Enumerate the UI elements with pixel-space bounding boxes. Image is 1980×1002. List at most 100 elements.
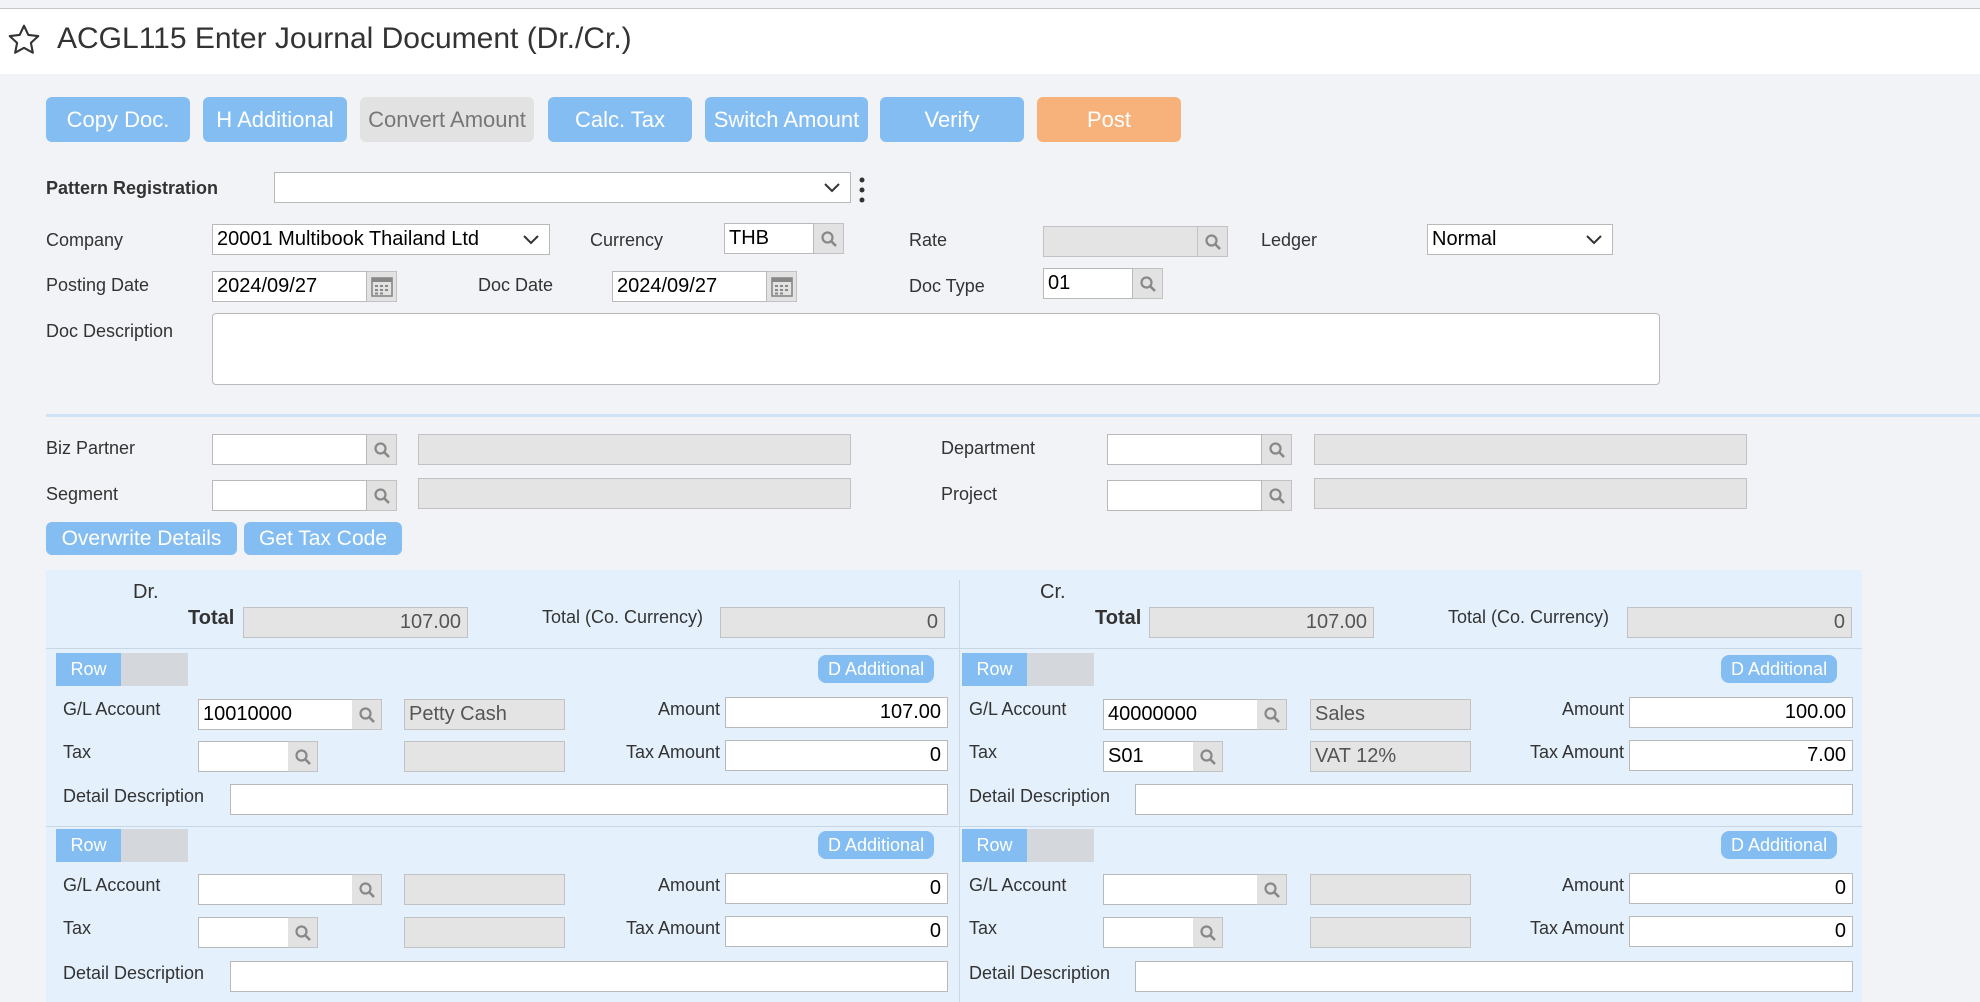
debit-row-2-detail-description-label: Detail Description xyxy=(63,963,205,983)
search-icon xyxy=(1204,233,1221,250)
doc-description-label: Doc Description xyxy=(46,321,174,341)
debit-row-2-gl-name xyxy=(404,874,565,905)
debit-heading: Dr. xyxy=(133,581,159,603)
currency-search-button[interactable] xyxy=(814,223,844,254)
page-title: ACGL115 Enter Journal Document (Dr./Cr.) xyxy=(57,22,632,55)
credit-row-2-amount-input[interactable]: 0 xyxy=(1629,873,1853,904)
department-input[interactable] xyxy=(1107,434,1262,465)
search-icon xyxy=(820,230,837,247)
credit-row-2-tab[interactable]: Row xyxy=(962,829,1094,862)
doc-type-search-button[interactable] xyxy=(1133,268,1163,299)
segment-search-button[interactable] xyxy=(367,480,397,511)
doc-date-picker[interactable] xyxy=(767,271,797,302)
posting-date-picker[interactable] xyxy=(367,271,397,302)
star-icon[interactable] xyxy=(6,22,42,58)
company-select[interactable]: 20001 Multibook Thailand Ltd xyxy=(212,224,550,255)
switch-amount-button[interactable]: Switch Amount xyxy=(705,97,868,142)
debit-row-1-gl-account-input[interactable]: 10010000 xyxy=(198,699,353,730)
doc-date-input[interactable]: 2024/09/27 xyxy=(612,271,767,302)
credit-row-1-amount-input[interactable]: 100.00 xyxy=(1629,697,1853,728)
debit-row-2-tax-amount-input[interactable]: 0 xyxy=(725,916,948,947)
get-tax-code-button[interactable]: Get Tax Code xyxy=(244,522,402,555)
debit-row-1-amount-input[interactable]: 107.00 xyxy=(725,697,948,728)
pattern-registration-select[interactable] xyxy=(274,172,851,203)
credit-total-value: 107.00 xyxy=(1149,607,1374,638)
post-button[interactable]: Post xyxy=(1037,97,1181,142)
debit-row-2-tax-search-button[interactable] xyxy=(288,917,318,948)
credit-row-1-gl-account-input[interactable]: 40000000 xyxy=(1103,699,1258,730)
calc-tax-button[interactable]: Calc. Tax xyxy=(548,97,692,142)
debit-row-2-amount-input[interactable]: 0 xyxy=(725,873,948,904)
credit-row-2-detail-description-input[interactable] xyxy=(1135,961,1853,992)
posting-date-input[interactable]: 2024/09/27 xyxy=(212,271,367,302)
credit-row-1-gl-search-button[interactable] xyxy=(1257,699,1287,730)
copy-doc-button[interactable]: Copy Doc. xyxy=(46,97,190,142)
search-icon xyxy=(294,748,311,765)
currency-input[interactable]: THB xyxy=(724,223,814,254)
credit-row-2-tax-input[interactable] xyxy=(1103,917,1194,948)
convert-amount-button[interactable]: Convert Amount xyxy=(360,97,534,142)
credit-row-1-tab[interactable]: Row xyxy=(962,653,1094,686)
debit-row-1-detail-description-input[interactable] xyxy=(230,784,948,815)
doc-description-textarea[interactable] xyxy=(212,313,1660,385)
segment-label: Segment xyxy=(46,484,119,504)
department-search-button[interactable] xyxy=(1262,434,1292,465)
biz-partner-input[interactable] xyxy=(212,434,367,465)
debit-row-1-d-additional-button[interactable]: D Additional xyxy=(818,655,935,683)
credit-row-2-d-additional-button[interactable]: D Additional xyxy=(1721,831,1838,859)
credit-row-1-detail-description-input[interactable] xyxy=(1135,784,1853,815)
credit-row-2-gl-name xyxy=(1310,874,1471,905)
debit-row-1-amount-label: Amount xyxy=(657,699,720,719)
doc-type-input[interactable]: 01 xyxy=(1043,268,1133,299)
h-additional-button[interactable]: H Additional xyxy=(203,97,347,142)
debit-row-2-detail-description-input[interactable] xyxy=(230,961,948,992)
credit-row-2-amount-label: Amount xyxy=(1561,875,1624,895)
debit-row-1-detail-description-label: Detail Description xyxy=(63,786,205,806)
credit-row-1-tax-amount-label: Tax Amount xyxy=(1529,742,1624,762)
biz-partner-search-button[interactable] xyxy=(367,434,397,465)
company-label: Company xyxy=(46,230,124,250)
debit-row-2-tax-name xyxy=(404,917,565,948)
search-icon xyxy=(1263,881,1280,898)
biz-partner-name xyxy=(418,434,851,465)
debit-row-2-gl-search-button[interactable] xyxy=(352,874,382,905)
verify-button[interactable]: Verify xyxy=(880,97,1024,142)
credit-row-2-gl-account-input[interactable] xyxy=(1103,874,1258,905)
segment-input[interactable] xyxy=(212,480,367,511)
debit-row-1-gl-search-button[interactable] xyxy=(352,699,382,730)
debit-row-1-tax-search-button[interactable] xyxy=(288,741,318,772)
overwrite-details-button[interactable]: Overwrite Details xyxy=(46,522,237,555)
chevron-down-icon xyxy=(1586,235,1602,245)
credit-total-label: Total xyxy=(1095,607,1142,629)
credit-row-1-d-additional-button[interactable]: D Additional xyxy=(1721,655,1838,683)
more-options-icon[interactable] xyxy=(858,176,866,204)
credit-row-1-tax-input[interactable]: S01 xyxy=(1103,741,1194,772)
credit-row-2-tax-search-button[interactable] xyxy=(1193,917,1223,948)
debit-row-1-tax-amount-label: Tax Amount xyxy=(625,742,720,762)
ledger-select[interactable]: Normal xyxy=(1427,224,1613,255)
debit-row-2-d-additional-button[interactable]: D Additional xyxy=(818,831,935,859)
credit-row-2-tax-label: Tax xyxy=(969,918,998,938)
search-icon xyxy=(1199,748,1216,765)
credit-row-2-gl-search-button[interactable] xyxy=(1257,874,1287,905)
debit-row-1-tab[interactable]: Row xyxy=(56,653,188,686)
debit-row-2-gl-account-input[interactable] xyxy=(198,874,353,905)
credit-row-1-tax-search-button[interactable] xyxy=(1193,741,1223,772)
debit-row-2-tax-input[interactable] xyxy=(198,917,289,948)
rate-search-button[interactable] xyxy=(1198,226,1228,257)
credit-row-1-tax-amount-input[interactable]: 7.00 xyxy=(1629,740,1853,771)
debit-row-2-tab[interactable]: Row xyxy=(56,829,188,862)
debit-row-1-tax-amount-input[interactable]: 0 xyxy=(725,740,948,771)
debit-total-co-value: 0 xyxy=(720,607,945,638)
credit-row-2-tax-amount-label: Tax Amount xyxy=(1529,918,1624,938)
chevron-down-icon xyxy=(824,183,840,193)
debit-row-1-tax-name xyxy=(404,741,565,772)
project-search-button[interactable] xyxy=(1262,480,1292,511)
ledger-label: Ledger xyxy=(1261,230,1318,250)
project-input[interactable] xyxy=(1107,480,1262,511)
rate-input xyxy=(1043,226,1198,257)
credit-row-2-tax-amount-input[interactable]: 0 xyxy=(1629,916,1853,947)
debit-row-1-tax-input[interactable] xyxy=(198,741,289,772)
debit-row-1-tax-label: Tax xyxy=(63,742,92,762)
debit-row-1-gl-name: Petty Cash xyxy=(404,699,565,730)
